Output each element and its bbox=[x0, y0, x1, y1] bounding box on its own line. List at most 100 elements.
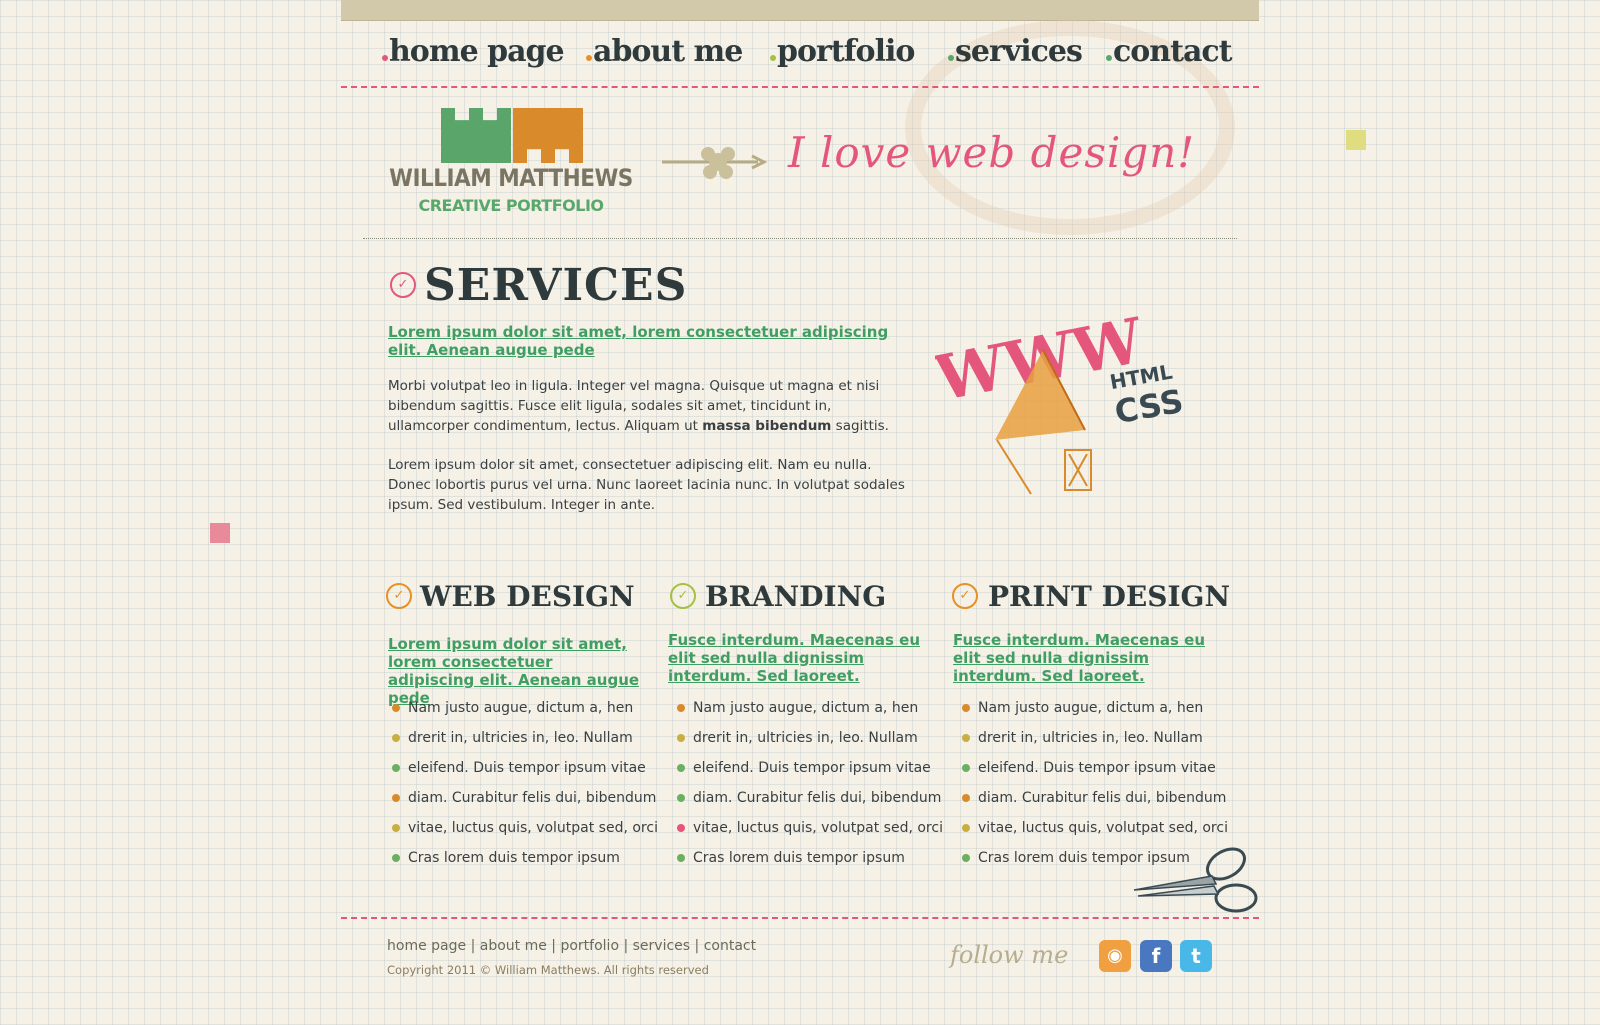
www-illustration: WWW HTML CSS bbox=[935, 304, 1186, 495]
facebook-icon[interactable]: f bbox=[1140, 940, 1172, 972]
nav-about-me[interactable]: about me bbox=[586, 34, 743, 69]
bullet-icon bbox=[392, 764, 400, 772]
twitter-icon[interactable]: t bbox=[1180, 940, 1212, 972]
footer-separator: | bbox=[551, 938, 557, 954]
footer-link-portfolio[interactable]: portfolio bbox=[560, 938, 619, 954]
bullet-icon bbox=[392, 734, 400, 742]
section-badge-icon: ✓ bbox=[670, 583, 696, 609]
nav-contact[interactable]: contact bbox=[1106, 34, 1233, 69]
column-title-print-design: PRINT DESIGN bbox=[988, 580, 1231, 613]
nav-portfolio[interactable]: portfolio bbox=[770, 34, 915, 69]
nav-label: services bbox=[955, 34, 1083, 69]
list-item-text: drerit in, ultricies in, leo. Nullam bbox=[408, 730, 633, 746]
column-title-web-design: WEB DESIGN bbox=[420, 580, 635, 613]
list-item-text: Nam justo augue, dictum a, hen bbox=[978, 700, 1204, 716]
column-lead-print-design[interactable]: Fusce interdum. Maecenas eu elit sed nul… bbox=[953, 631, 1218, 685]
list-item: drerit in, ultricies in, leo. Nullam bbox=[673, 723, 943, 753]
nav-dot-icon bbox=[948, 55, 954, 61]
section-badge-icon: ✓ bbox=[952, 583, 978, 609]
section-badge-icon: ✓ bbox=[390, 272, 416, 298]
bullet-icon bbox=[392, 794, 400, 802]
list-item: vitae, luctus quis, volutpat sed, orci bbox=[958, 813, 1228, 843]
nav-dot-icon bbox=[586, 55, 592, 61]
list-item: diam. Curabitur felis dui, bibendum bbox=[673, 783, 943, 813]
nav-label: home page bbox=[389, 34, 565, 69]
footer-separator: | bbox=[694, 938, 700, 954]
bullet-icon bbox=[962, 764, 970, 772]
footer-divider bbox=[341, 917, 1259, 919]
list-item-text: Nam justo augue, dictum a, hen bbox=[408, 700, 634, 716]
logo-name: WILLIAM MATTHEWS bbox=[389, 164, 633, 192]
list-item: vitae, luctus quis, volutpat sed, orci bbox=[388, 813, 658, 843]
list-item: Nam justo augue, dictum a, hen bbox=[958, 693, 1228, 723]
nav-home-page[interactable]: home page bbox=[382, 34, 565, 69]
list-item: Cras lorem duis tempor ipsum bbox=[673, 843, 943, 873]
main-nav: home page about me portfolio services co… bbox=[341, 30, 1259, 88]
paragraph-text: sagittis. bbox=[831, 418, 889, 434]
list-item-text: drerit in, ultricies in, leo. Nullam bbox=[693, 730, 918, 746]
footer-separator: | bbox=[470, 938, 476, 954]
follow-me-label: follow me bbox=[950, 941, 1069, 969]
footer-link-home-page[interactable]: home page bbox=[387, 938, 466, 954]
top-bar bbox=[341, 0, 1259, 21]
bullet-icon bbox=[677, 704, 685, 712]
logo-block-green bbox=[441, 108, 511, 163]
list-item-text: Cras lorem duis tempor ipsum bbox=[408, 850, 620, 866]
footer-nav: home page | about me | portfolio | servi… bbox=[387, 938, 756, 954]
bullet-icon bbox=[677, 764, 685, 772]
list-item-text: diam. Curabitur felis dui, bibendum bbox=[693, 790, 942, 806]
list-item-text: Cras lorem duis tempor ipsum bbox=[693, 850, 905, 866]
list-item-text: eleifend. Duis tempor ipsum vitae bbox=[693, 760, 931, 776]
list-item-text: drerit in, ultricies in, leo. Nullam bbox=[978, 730, 1203, 746]
bullet-icon bbox=[962, 824, 970, 832]
nav-label: contact bbox=[1113, 34, 1233, 69]
flower-arrow-icon bbox=[662, 147, 768, 179]
nav-dot-icon bbox=[382, 55, 388, 61]
list-item-text: diam. Curabitur felis dui, bibendum bbox=[978, 790, 1227, 806]
footer-link-services[interactable]: services bbox=[633, 938, 690, 954]
column-list-branding: Nam justo augue, dictum a, hen drerit in… bbox=[673, 693, 943, 873]
list-item: vitae, luctus quis, volutpat sed, orci bbox=[673, 813, 943, 843]
bullet-icon bbox=[392, 824, 400, 832]
bullet-icon bbox=[962, 794, 970, 802]
bullet-icon bbox=[962, 854, 970, 862]
bullet-icon bbox=[677, 734, 685, 742]
bullet-icon bbox=[677, 794, 685, 802]
tagline: I love web design! bbox=[788, 128, 1196, 177]
list-item-text: diam. Curabitur felis dui, bibendum bbox=[408, 790, 657, 806]
footer-link-contact[interactable]: contact bbox=[704, 938, 756, 954]
services-lead[interactable]: Lorem ipsum dolor sit amet, lorem consec… bbox=[388, 323, 908, 359]
column-title-branding: BRANDING bbox=[705, 580, 887, 613]
list-item-text: vitae, luctus quis, volutpat sed, orci bbox=[978, 820, 1228, 836]
list-item-text: vitae, luctus quis, volutpat sed, orci bbox=[408, 820, 658, 836]
bullet-icon bbox=[392, 854, 400, 862]
footer-separator: | bbox=[623, 938, 629, 954]
services-paragraph-2: Lorem ipsum dolor sit amet, consectetuer… bbox=[388, 457, 905, 513]
services-paragraph-1: Morbi volutpat leo in ligula. Integer ve… bbox=[388, 376, 908, 436]
bullet-icon bbox=[962, 734, 970, 742]
nav-dot-icon bbox=[1106, 55, 1112, 61]
list-item: Nam justo augue, dictum a, hen bbox=[673, 693, 943, 723]
column-lead-branding[interactable]: Fusce interdum. Maecenas eu elit sed nul… bbox=[668, 631, 933, 685]
list-item: Nam justo augue, dictum a, hen bbox=[388, 693, 658, 723]
column-list-web-design: Nam justo augue, dictum a, hen drerit in… bbox=[388, 693, 658, 873]
site-logo[interactable]: WILLIAM MATTHEWS CREATIVE PORTFOLIO bbox=[385, 108, 637, 220]
scissors-icon bbox=[1133, 847, 1258, 913]
copyright: Copyright 2011 © William Matthews. All r… bbox=[387, 963, 709, 977]
footer-link-about-me[interactable]: about me bbox=[480, 938, 547, 954]
logo-block-orange bbox=[513, 108, 583, 163]
list-item-text: eleifend. Duis tempor ipsum vitae bbox=[408, 760, 646, 776]
nav-label: about me bbox=[593, 34, 743, 69]
list-item: drerit in, ultricies in, leo. Nullam bbox=[388, 723, 658, 753]
bullet-icon bbox=[677, 854, 685, 862]
deco-square-yellow bbox=[1346, 130, 1366, 150]
list-item: diam. Curabitur felis dui, bibendum bbox=[388, 783, 658, 813]
header-divider bbox=[363, 238, 1237, 239]
paragraph-bold: massa bibendum bbox=[702, 418, 832, 434]
list-item-text: eleifend. Duis tempor ipsum vitae bbox=[978, 760, 1216, 776]
bullet-icon bbox=[677, 824, 685, 832]
list-item-text: vitae, luctus quis, volutpat sed, orci bbox=[693, 820, 943, 836]
nav-services[interactable]: services bbox=[948, 34, 1083, 69]
rss-icon[interactable]: ◉ bbox=[1099, 940, 1131, 972]
nav-dot-icon bbox=[770, 55, 776, 61]
